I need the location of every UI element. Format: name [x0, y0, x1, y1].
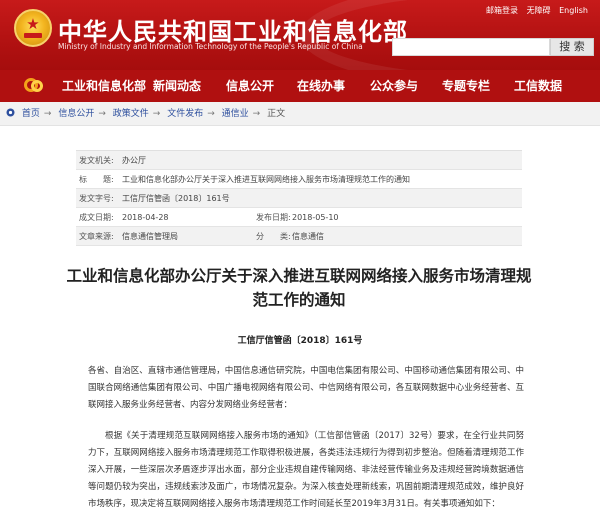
breadcrumb-policy-docs[interactable]: 政策文件	[113, 109, 149, 119]
meta-row-dates: 成文日期: 2018-04-28 发布日期: 2018-05-10	[76, 208, 522, 227]
meta-label: 发文机关:	[79, 156, 114, 165]
breadcrumb: 首页 → 信息公开 → 政策文件 → 文件发布 → 通信业 → 正文	[0, 102, 600, 126]
nav-item-news[interactable]: 新闻动态	[153, 70, 201, 102]
meta-label: 分 类:	[256, 232, 291, 241]
article-addressee: 各省、自治区、直辖市通信管理局，中国信息通信研究院，中国电信集团有限公司、中国移…	[88, 366, 524, 410]
meta-row-source: 文章来源: 信息通信管理局 分 类: 信息通信	[76, 227, 522, 246]
search-input[interactable]	[392, 38, 550, 56]
mail-login-link[interactable]: 邮箱登录	[486, 6, 518, 15]
meta-row-issuer: 发文机关: 办公厅	[76, 151, 522, 170]
site-title-english: Ministry of Industry and Information Tec…	[58, 42, 363, 51]
accessibility-link[interactable]: 无障碍	[527, 6, 551, 15]
meta-value: 工业和信息化部办公厅关于深入推进互联网网络接入服务市场清理规范工作的通知	[122, 175, 410, 184]
nav-item-special-topics[interactable]: 专题专栏	[442, 70, 490, 102]
meta-value: 2018-05-10	[292, 213, 339, 222]
meta-row-docno: 发文字号: 工信厅信管函〔2018〕161号	[76, 189, 522, 208]
meta-label: 标 题:	[79, 175, 114, 184]
meta-value: 2018-04-28	[122, 213, 169, 222]
nav-item-info-disclosure[interactable]: 信息公开	[226, 70, 274, 102]
meta-label: 文章来源:	[79, 232, 114, 241]
nav-item-online-services[interactable]: 在线办事	[297, 70, 345, 102]
meta-value: 办公厅	[122, 156, 146, 165]
meta-label: 成文日期:	[79, 213, 114, 222]
breadcrumb-doc-release[interactable]: 文件发布	[167, 109, 203, 119]
nav-item-public-participation[interactable]: 公众参与	[370, 70, 418, 102]
home-icon	[6, 108, 15, 117]
meta-value: 工信厅信管函〔2018〕161号	[122, 194, 230, 203]
article-title: 工业和信息化部办公厅关于深入推进互联网网络接入服务市场清理规范工作的通知	[66, 267, 532, 309]
english-link[interactable]: English	[559, 6, 588, 15]
breadcrumb-home[interactable]: 首页	[22, 109, 40, 119]
nav-logo-icon	[24, 76, 46, 96]
breadcrumb-info-disclosure[interactable]: 信息公开	[58, 109, 94, 119]
breadcrumb-telecom[interactable]: 通信业	[222, 109, 249, 119]
nav-item-data[interactable]: 工信数据	[514, 70, 562, 102]
main-nav: 工业和信息化部 新闻动态 信息公开 在线办事 公众参与 专题专栏 工信数据	[0, 70, 600, 102]
meta-label: 发布日期:	[256, 213, 291, 222]
meta-value: 信息通信管理局	[122, 232, 178, 241]
document-metadata: 发文机关: 办公厅 标 题: 工业和信息化部办公厅关于深入推进互联网网络接入服务…	[76, 150, 522, 246]
search-button[interactable]: 搜 索	[550, 38, 594, 56]
site-header: ★ 中华人民共和国工业和信息化部 Ministry of Industry an…	[0, 0, 600, 70]
top-links: 邮箱登录 无障碍 English	[480, 5, 588, 16]
breadcrumb-current: 正文	[267, 109, 286, 119]
national-emblem-icon: ★	[14, 9, 52, 47]
article-doc-number: 工信厅信管函〔2018〕161号	[237, 336, 363, 346]
meta-row-title: 标 题: 工业和信息化部办公厅关于深入推进互联网网络接入服务市场清理规范工作的通…	[76, 170, 522, 189]
nav-item-ministry[interactable]: 工业和信息化部	[62, 70, 146, 102]
article-body-paragraph: 根据《关于清理规范互联网网络接入服务市场的通知》（工信部信管函〔2017〕32号…	[88, 431, 524, 509]
meta-label: 发文字号:	[79, 194, 114, 203]
meta-value: 信息通信	[292, 232, 324, 241]
